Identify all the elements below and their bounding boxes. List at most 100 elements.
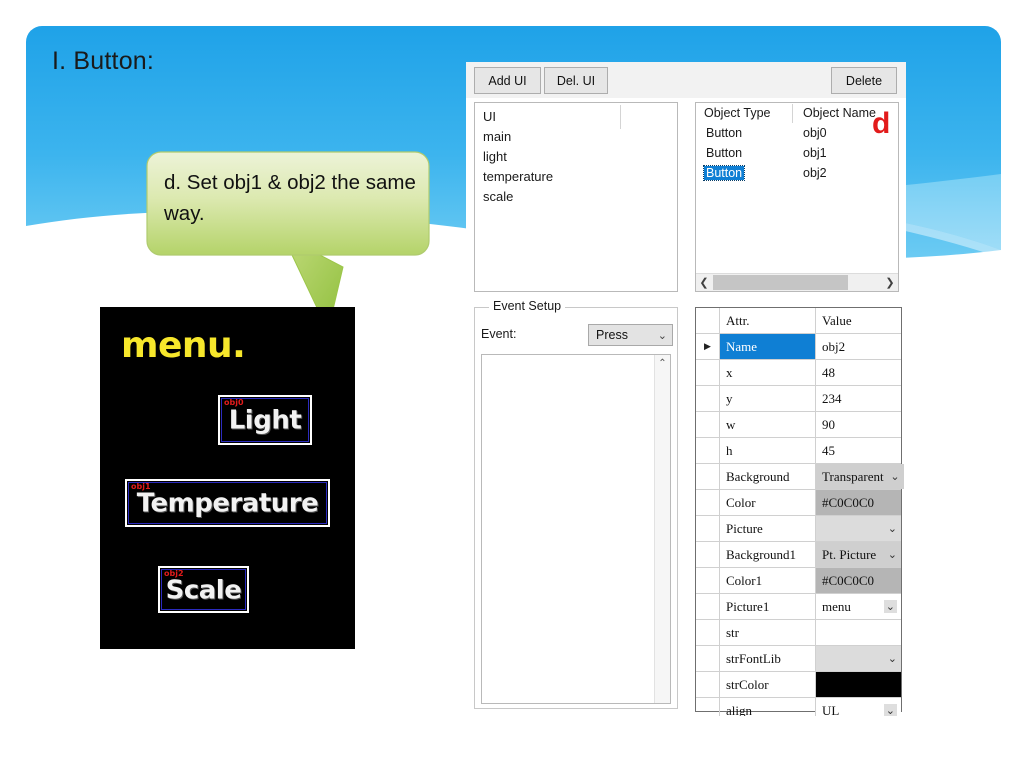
ui-list-item-light[interactable]: light <box>475 147 677 167</box>
property-grid-header: Attr. Value <box>696 308 901 334</box>
property-row-w[interactable]: w 90 <box>696 412 901 438</box>
object-list-header-separator <box>792 104 793 123</box>
property-row-y[interactable]: y 234 <box>696 386 901 412</box>
event-label: Event: <box>481 327 517 341</box>
property-row-align[interactable]: align UL ⌄ <box>696 698 901 716</box>
delete-button[interactable]: Delete <box>831 67 897 94</box>
chevron-down-icon: ⌄ <box>887 653 897 665</box>
property-row-marker <box>696 594 720 619</box>
property-row-name[interactable]: ▶ Name obj2 <box>696 334 901 360</box>
property-attr-str: str <box>720 620 816 645</box>
property-value-color1[interactable]: #C0C0C0 <box>816 568 901 593</box>
property-attr-background1: Background1 <box>720 542 816 567</box>
property-value-background-text: Transparent <box>822 468 884 484</box>
property-row-background1[interactable]: Background1 Pt. Picture ⌄ <box>696 542 901 568</box>
chevron-down-icon: ⌄ <box>883 600 897 613</box>
editor-toolbar: Add UI Del. UI Delete <box>466 62 906 98</box>
object-list-header: Object Type Object Name <box>696 103 898 125</box>
property-row-x[interactable]: x 48 <box>696 360 901 386</box>
callout-bubble: d. Set obj1 & obj2 the same way. <box>146 151 430 331</box>
chevron-left-icon[interactable]: ❮ <box>696 274 712 291</box>
event-code-vertical-scrollbar[interactable]: ⌃ <box>654 355 670 703</box>
event-selector-row: Event: Press ⌄ <box>481 324 673 346</box>
property-value-name[interactable]: obj2 <box>816 334 901 359</box>
property-row-picture1[interactable]: Picture1 menu ⌄ <box>696 594 901 620</box>
property-row-marker <box>696 568 720 593</box>
property-value-background[interactable]: Transparent ⌄ <box>816 464 904 489</box>
property-row-marker <box>696 490 720 515</box>
property-row-marker <box>696 360 720 385</box>
property-grid-value-header: Value <box>822 312 852 328</box>
ui-list-panel[interactable]: UI main light temperature scale <box>474 102 678 292</box>
property-row-marker <box>696 620 720 645</box>
ui-list-item-main[interactable]: main <box>475 127 677 147</box>
property-value-str[interactable] <box>816 620 901 645</box>
property-value-x[interactable]: 48 <box>816 360 901 385</box>
chevron-down-icon: ⌄ <box>887 523 897 535</box>
preview-button-temperature[interactable]: obj1 Temperature <box>125 479 330 527</box>
property-row-h[interactable]: h 45 <box>696 438 901 464</box>
preview-button-temperature-label: Temperature <box>136 488 319 519</box>
property-value-h[interactable]: 45 <box>816 438 901 463</box>
ui-list-item-scale[interactable]: scale <box>475 187 677 207</box>
property-row-marker <box>696 672 720 697</box>
property-value-y[interactable]: 234 <box>816 386 901 411</box>
preview-title: menu. <box>121 325 246 366</box>
property-row-str[interactable]: str <box>696 620 901 646</box>
page-title: I. Button: <box>52 47 155 75</box>
ui-list-item-temperature[interactable]: temperature <box>475 167 677 187</box>
preview-button-scale[interactable]: obj2 Scale <box>158 566 249 613</box>
del-ui-button[interactable]: Del. UI <box>544 67 608 94</box>
event-setup-legend: Event Setup <box>489 299 566 313</box>
property-value-picture[interactable]: ⌄ <box>816 516 901 541</box>
property-row-marker: ▶ <box>696 334 720 359</box>
property-row-marker <box>696 542 720 567</box>
property-attr-picture: Picture <box>720 516 816 541</box>
chevron-right-icon[interactable]: ❯ <box>882 274 898 291</box>
preview-button-light[interactable]: obj0 Light <box>218 395 312 445</box>
property-value-picture1[interactable]: menu ⌄ <box>816 594 901 619</box>
property-attr-color: Color <box>720 490 816 515</box>
property-row-strfontlib[interactable]: strFontLib ⌄ <box>696 646 901 672</box>
chevron-up-icon[interactable]: ⌃ <box>655 356 670 370</box>
add-ui-button[interactable]: Add UI <box>474 67 541 94</box>
property-attr-background: Background <box>720 464 816 489</box>
property-value-align[interactable]: UL ⌄ <box>816 698 901 716</box>
property-row-background[interactable]: Background Transparent ⌄ <box>696 464 904 490</box>
object-row-name-obj1: obj1 <box>803 146 827 160</box>
scrollbar-thumb[interactable] <box>713 275 848 290</box>
event-dropdown[interactable]: Press ⌄ <box>588 324 673 346</box>
property-row-color1[interactable]: Color1 #C0C0C0 <box>696 568 901 594</box>
object-list-row-obj2[interactable]: Button obj2 <box>696 165 898 185</box>
event-dropdown-value: Press <box>596 328 628 342</box>
object-row-name-obj2: obj2 <box>803 166 827 180</box>
object-list-horizontal-scrollbar[interactable]: ❮ ❯ <box>696 273 898 291</box>
property-value-strfontlib[interactable]: ⌄ <box>816 646 901 671</box>
property-value-background1[interactable]: Pt. Picture ⌄ <box>816 542 901 567</box>
property-attr-name: Name <box>720 334 816 359</box>
property-row-color[interactable]: Color #C0C0C0 <box>696 490 901 516</box>
property-value-w[interactable]: 90 <box>816 412 901 437</box>
callout-text: d. Set obj1 & obj2 the same way. <box>164 171 416 225</box>
chevron-down-icon: ⌄ <box>657 330 667 342</box>
property-value-background1-text: Pt. Picture <box>822 546 877 562</box>
annotation-d: d <box>872 107 891 140</box>
property-value-picture1-text: menu <box>822 598 851 614</box>
preview-button-light-tag: obj0 <box>224 398 244 407</box>
property-row-strcolor[interactable]: strColor <box>696 672 901 698</box>
property-row-marker <box>696 412 720 437</box>
property-row-picture[interactable]: Picture ⌄ <box>696 516 901 542</box>
device-preview: menu. obj0 Light obj1 Temperature obj2 S… <box>100 307 355 649</box>
ui-list-items: UI main light temperature scale <box>475 103 677 207</box>
property-attr-h: h <box>720 438 816 463</box>
preview-button-light-label: Light <box>228 405 302 436</box>
property-grid[interactable]: Attr. Value ▶ Name obj2 x 48 y 234 w 90 … <box>695 307 904 716</box>
property-value-strcolor[interactable] <box>816 672 901 697</box>
object-list-row-obj0[interactable]: Button obj0 <box>696 125 898 145</box>
property-row-marker <box>696 516 720 541</box>
object-list-row-obj1[interactable]: Button obj1 <box>696 145 898 165</box>
object-list-panel[interactable]: Object Type Object Name Button obj0 Butt… <box>695 102 899 292</box>
property-value-color[interactable]: #C0C0C0 <box>816 490 901 515</box>
event-code-editor[interactable]: ⌃ <box>481 354 671 704</box>
property-grid-attr-header: Attr. <box>720 308 816 333</box>
